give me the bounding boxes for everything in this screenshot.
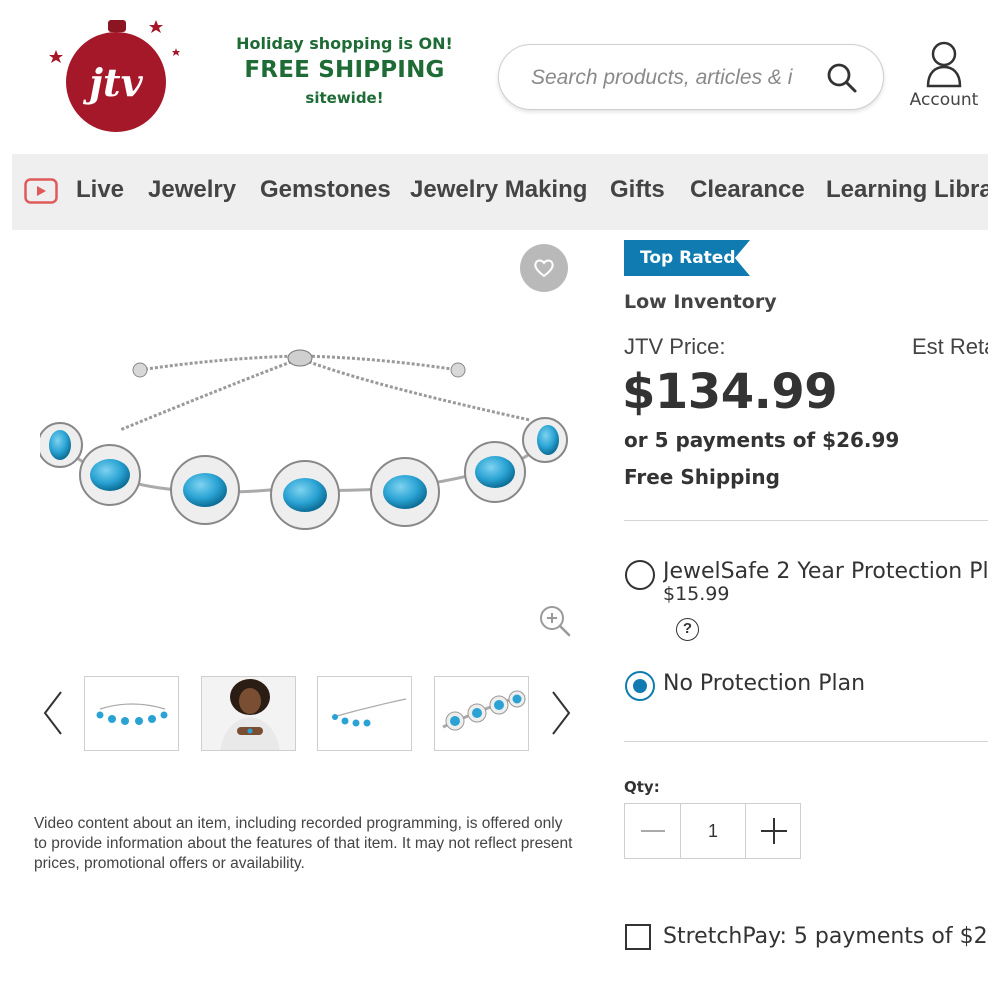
video-disclaimer: Video content about an item, including r… [34, 815, 573, 872]
qty-label: Qty: [624, 778, 660, 796]
user-icon [926, 41, 962, 88]
chevron-left-icon[interactable] [42, 690, 64, 736]
thumbnail-model-wearing[interactable] [201, 676, 296, 751]
divider [624, 520, 988, 521]
account-button[interactable]: Account [906, 40, 982, 110]
jewelsafe-plan-label[interactable]: JewelSafe 2 Year Protection Plar [663, 559, 988, 584]
radio-no-protection[interactable] [625, 671, 655, 701]
thumbnail-bracelet-side[interactable] [317, 676, 412, 751]
play-icon[interactable] [24, 178, 58, 204]
snowflake-icon [49, 50, 63, 63]
nav-item-gifts[interactable]: Gifts [610, 176, 665, 204]
jtv-logo[interactable]: jtv [48, 14, 188, 139]
search-bar[interactable] [498, 44, 884, 110]
product-price: $134.99 [622, 364, 838, 420]
promo-line-3: sitewide! [305, 89, 384, 107]
thumbnail-bracelet-detail[interactable] [434, 676, 529, 751]
jewelsafe-plan-price: $15.99 [663, 583, 730, 605]
divider [624, 741, 988, 742]
promo-free-shipping: FREE SHIPPING [244, 57, 445, 83]
no-protection-label[interactable]: No Protection Plan [663, 671, 865, 696]
retail-price-label: Est Reta [912, 334, 988, 359]
free-shipping-text: Free Shipping [624, 465, 780, 489]
holiday-promo[interactable]: Holiday shopping is ON! FREE SHIPPING si… [222, 34, 467, 107]
badge-label: Top Rated [640, 248, 736, 268]
qty-decrease-button[interactable] [625, 804, 680, 858]
account-label: Account [909, 90, 979, 110]
stretchpay-checkbox[interactable] [625, 924, 651, 950]
thumbnail-bracelet-front[interactable] [84, 676, 179, 751]
product-image[interactable] [40, 330, 580, 540]
nav-item-jewelry-making[interactable]: Jewelry Making [410, 176, 587, 204]
payment-plan-text: or 5 payments of $26.99 [624, 428, 900, 452]
stretchpay-label[interactable]: StretchPay: 5 payments of $26.9 [663, 924, 988, 949]
svg-text:jtv: jtv [82, 60, 143, 105]
nav-item-live[interactable]: Live [76, 176, 124, 204]
favorite-button[interactable] [520, 244, 568, 292]
promo-line-1: Holiday shopping is ON! [236, 34, 453, 53]
nav-item-learning-library[interactable]: Learning Librar [826, 176, 988, 204]
price-label: JTV Price: [624, 334, 726, 359]
top-rated-badge: Top Rated [624, 240, 750, 276]
inventory-status: Low Inventory [624, 291, 777, 313]
help-icon[interactable]: ? [676, 618, 699, 641]
nav-item-jewelry[interactable]: Jewelry [148, 176, 236, 204]
search-icon[interactable] [825, 61, 859, 95]
nav-item-clearance[interactable]: Clearance [690, 176, 805, 204]
quantity-stepper: 1 [624, 803, 801, 859]
qty-increase-button[interactable] [746, 804, 801, 858]
radio-jewelsafe-plan[interactable] [625, 560, 655, 590]
search-input[interactable] [531, 62, 809, 94]
zoom-in-icon[interactable] [538, 604, 572, 638]
heart-icon [534, 259, 554, 278]
nav-item-gemstones[interactable]: Gemstones [260, 176, 391, 204]
chevron-right-icon[interactable] [550, 690, 572, 736]
main-nav: Live Jewelry Gemstones Jewelry Making Gi… [12, 154, 988, 230]
qty-value[interactable]: 1 [680, 804, 746, 858]
